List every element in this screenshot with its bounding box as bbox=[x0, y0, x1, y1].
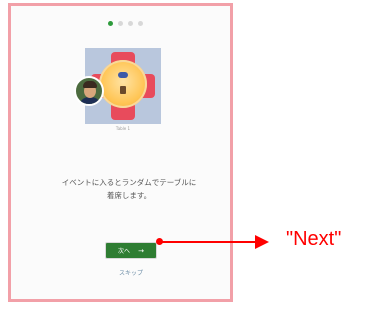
avatar bbox=[74, 76, 104, 106]
pagination-dots bbox=[108, 21, 143, 26]
table-caption: Table 1 bbox=[115, 126, 131, 131]
table-item bbox=[120, 86, 126, 94]
description-line-2: 着席します。 bbox=[106, 191, 152, 200]
page-dot-2[interactable] bbox=[118, 21, 123, 26]
page-dot-1[interactable] bbox=[108, 21, 113, 26]
annotation-arrow-line bbox=[160, 241, 256, 243]
skip-link[interactable]: スキップ bbox=[115, 268, 147, 277]
description-line-1: イベントに入るとランダムでテーブルに bbox=[61, 178, 197, 187]
description-text: イベントに入るとランダムでテーブルに 着席します。 bbox=[35, 176, 223, 202]
page-dot-4[interactable] bbox=[138, 21, 143, 26]
page-dot-3[interactable] bbox=[128, 21, 133, 26]
annotation-arrow-head-icon bbox=[255, 235, 269, 249]
arrow-right-icon: → bbox=[138, 246, 144, 255]
table-item bbox=[118, 72, 128, 78]
round-table bbox=[99, 60, 147, 108]
next-button[interactable]: 次へ → bbox=[105, 242, 157, 259]
annotation-label: "Next" bbox=[286, 228, 342, 250]
onboarding-frame: Table 1 イベントに入るとランダムでテーブルに 着席します。 次へ → ス… bbox=[8, 3, 233, 302]
next-button-label: 次へ bbox=[118, 248, 131, 255]
